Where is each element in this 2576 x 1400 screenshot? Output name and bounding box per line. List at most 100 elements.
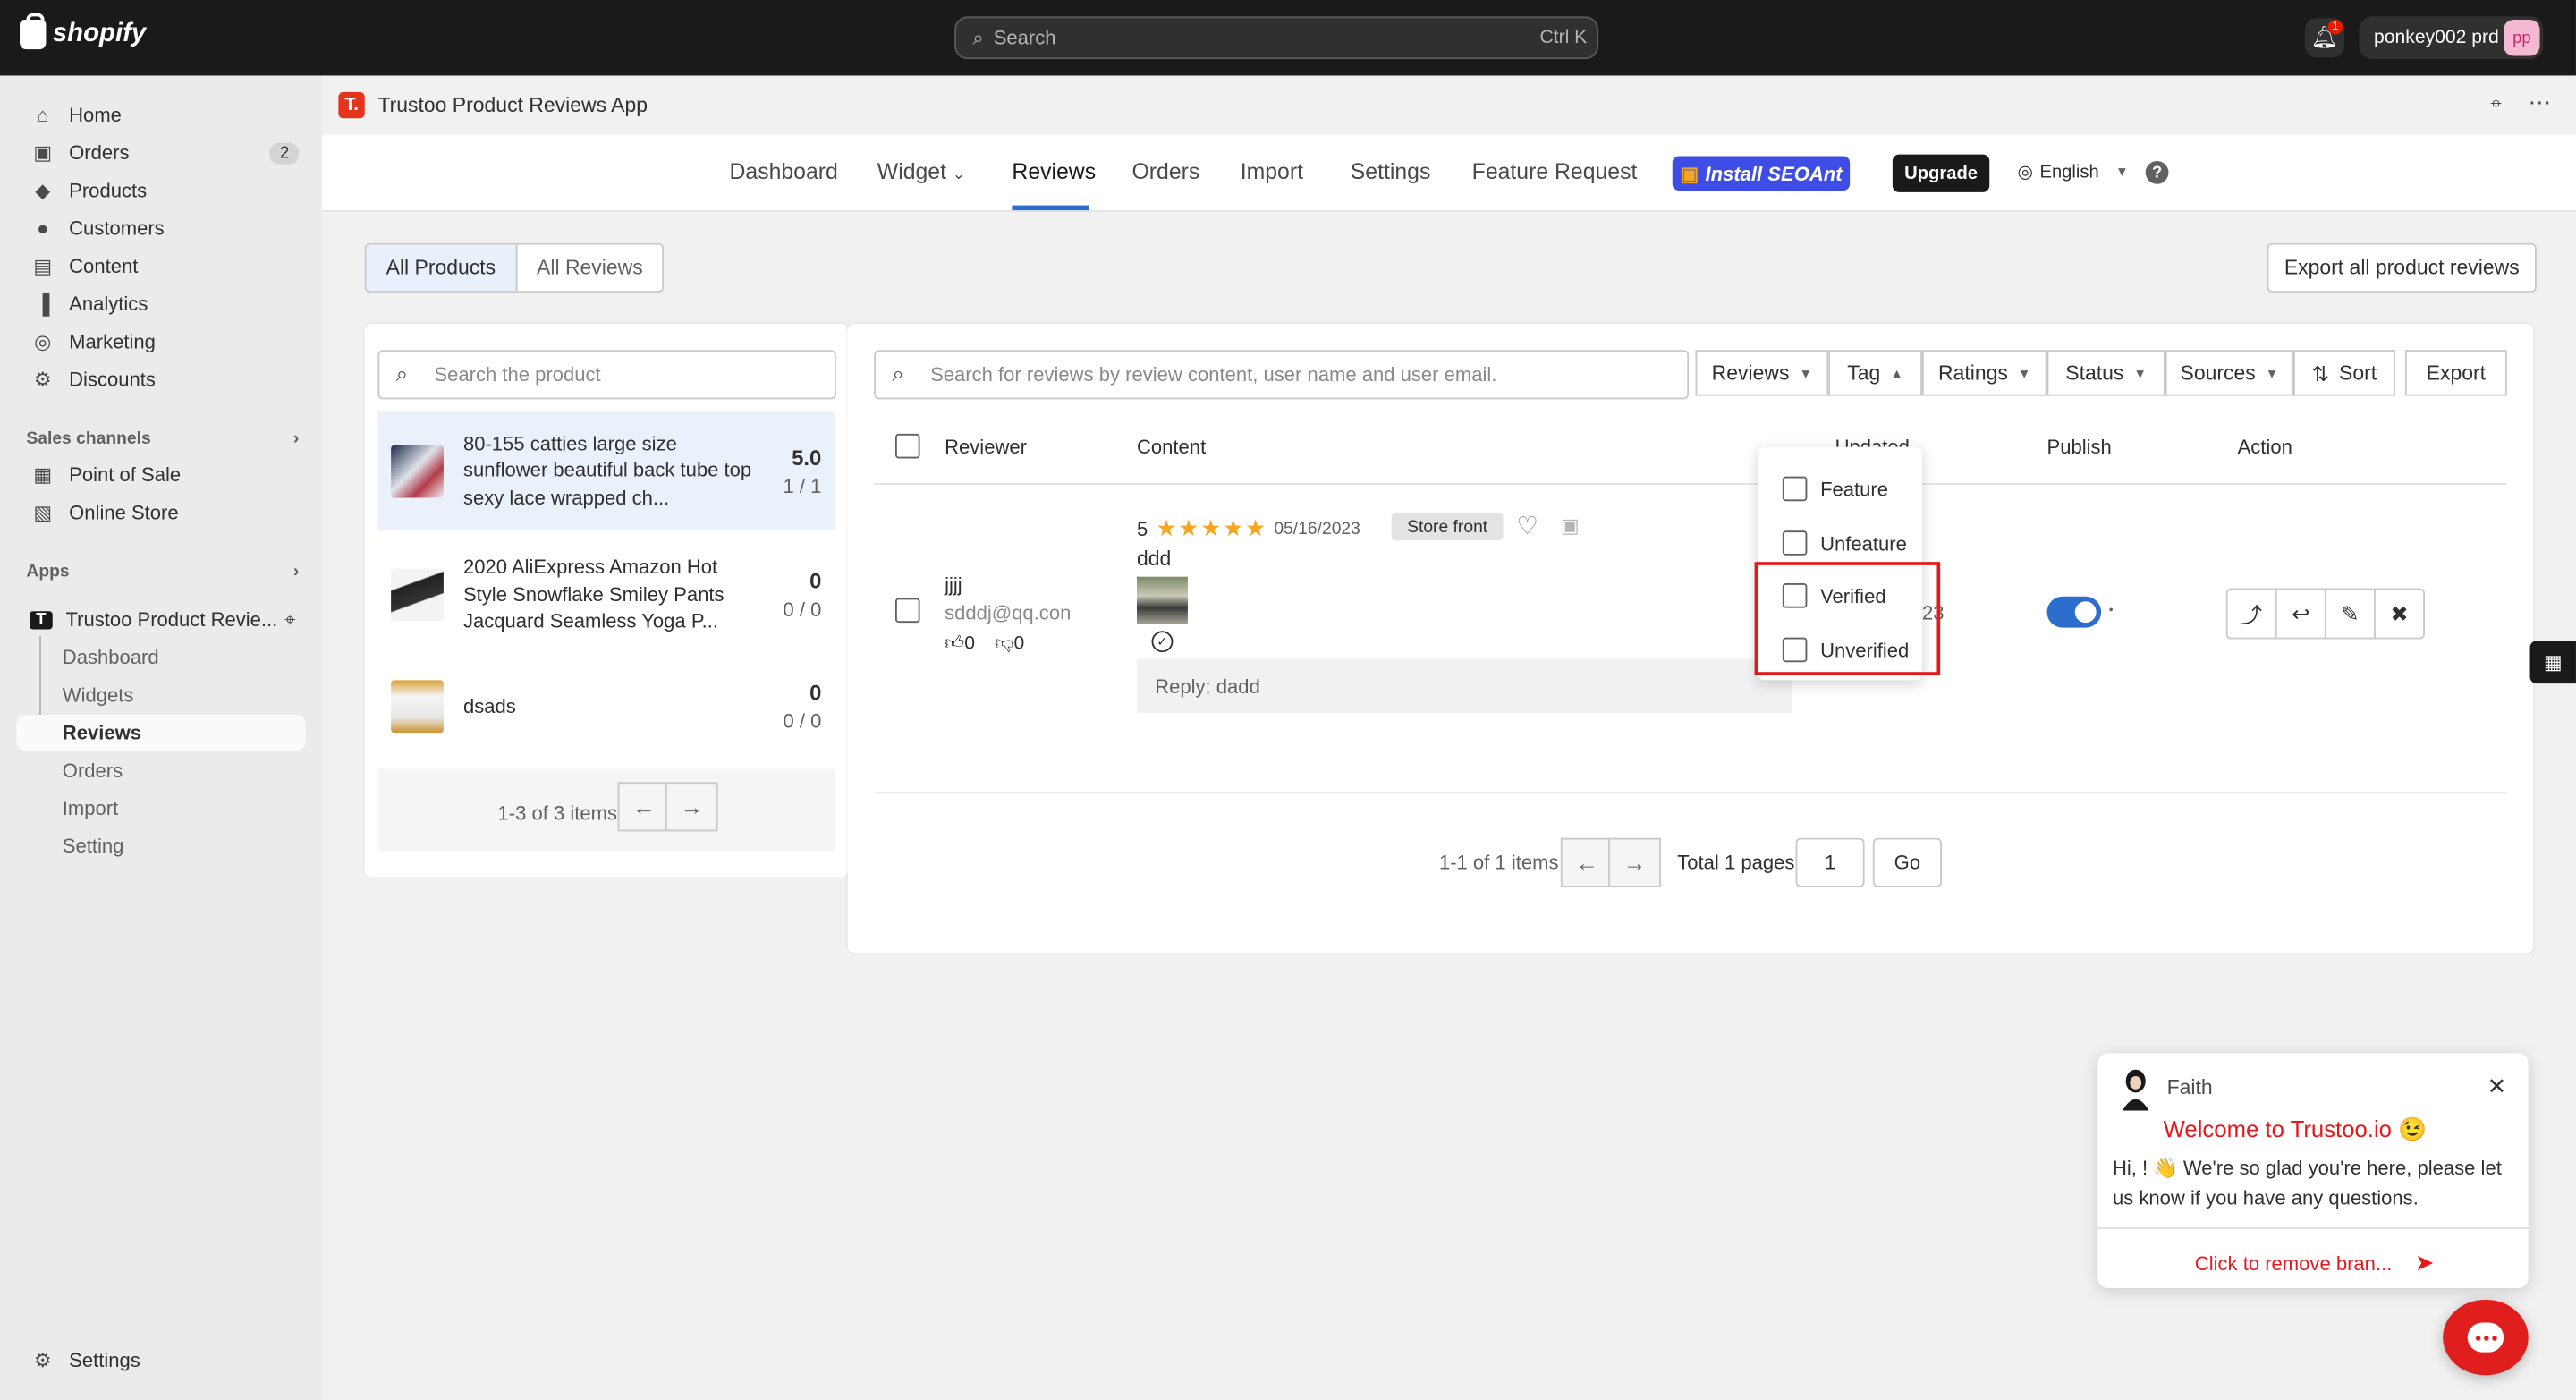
sidebar-item-discounts[interactable]: ⚙ Discounts bbox=[16, 361, 305, 397]
product-review-count: 1 / 1 bbox=[783, 473, 822, 497]
arrow-left-icon: ← bbox=[632, 793, 656, 820]
tag-option-feature[interactable]: Feature bbox=[1782, 476, 1888, 502]
chat-launcher-button[interactable] bbox=[2443, 1299, 2529, 1376]
thumbs-down-icon: 👎︎ bbox=[995, 633, 1014, 655]
publish-toggle[interactable] bbox=[2046, 596, 2102, 628]
tag-filter-button[interactable]: Tag ▲ bbox=[1828, 350, 1922, 396]
sidebar-item-analytics[interactable]: ▐ Analytics bbox=[16, 286, 305, 322]
checkbox[interactable] bbox=[1782, 530, 1808, 556]
go-button[interactable]: Go bbox=[1872, 837, 1942, 887]
more-options-icon[interactable]: ⋯ bbox=[2529, 89, 2552, 116]
sources-filter-button[interactable]: Sources ▼ bbox=[2165, 350, 2294, 396]
sidebar-item-orders[interactable]: ▣ Orders 2 bbox=[16, 135, 305, 171]
product-title: 80-155 catties large size sunflower beau… bbox=[462, 431, 752, 509]
apps-header[interactable]: Apps › bbox=[26, 562, 299, 581]
export-button[interactable]: Export bbox=[2404, 350, 2507, 396]
thumbs-up-button[interactable]: 👍︎0 bbox=[945, 632, 975, 656]
checkbox[interactable] bbox=[1782, 476, 1808, 502]
tag-option-unfeature[interactable]: Unfeature bbox=[1782, 530, 1907, 556]
sidebar-subitem-setting[interactable]: Setting bbox=[16, 828, 305, 864]
install-seoant-button[interactable]: ▣ Install SEOAnt bbox=[1672, 156, 1851, 191]
review-search-input[interactable]: ⌕ Search for reviews by review content, … bbox=[874, 350, 1690, 400]
trustoo-app-icon: T bbox=[30, 610, 53, 629]
caret-down-icon: ▼ bbox=[2265, 365, 2279, 381]
close-icon[interactable]: ✕ bbox=[2487, 1073, 2507, 1100]
prev-page-button[interactable]: ← bbox=[1560, 837, 1614, 887]
global-search-input[interactable]: ⌕ Search Ctrl K bbox=[954, 16, 1599, 60]
tab-widget[interactable]: Widget ⌄ bbox=[877, 159, 965, 184]
remove-branding-link[interactable]: Click to remove bran... ➤ bbox=[2195, 1249, 2435, 1277]
search-shortcut: Ctrl K bbox=[1539, 28, 1588, 48]
product-review-count: 0 / 0 bbox=[783, 598, 822, 622]
sidebar-item-customers[interactable]: ● Customers bbox=[16, 210, 305, 246]
product-row[interactable]: 2020 AliExpress Amazon Hot Style Snowfla… bbox=[377, 546, 835, 644]
sidebar-item-online-store[interactable]: ▧ Online Store bbox=[16, 495, 305, 530]
sidebar-subitem-orders[interactable]: Orders bbox=[16, 752, 305, 788]
sidebar-subitem-reviews[interactable]: Reviews bbox=[16, 714, 306, 751]
reviewer-email: sdddj@qq.con bbox=[945, 601, 1072, 624]
tag-icon: ◆ bbox=[35, 179, 51, 202]
export-all-reviews-button[interactable]: Export all product reviews bbox=[2267, 242, 2537, 293]
arrow-left-icon: ← bbox=[1575, 849, 1599, 876]
sidebar-item-content[interactable]: ▤ Content bbox=[16, 248, 305, 284]
sales-channels-header[interactable]: Sales channels › bbox=[26, 428, 299, 448]
reply-icon[interactable]: ↩ bbox=[2277, 590, 2326, 638]
sidebar-item-point-of-sale[interactable]: ▦ Point of Sale bbox=[16, 457, 305, 493]
notification-badge: 1 bbox=[2327, 20, 2343, 35]
share-icon[interactable]: ⤴ bbox=[2228, 590, 2277, 638]
sidebar-subitem-import[interactable]: Import bbox=[16, 790, 305, 826]
sidebar-item-trustoo-app[interactable]: T Trustoo Product Revie... ⌖ bbox=[16, 601, 305, 637]
shopify-logo[interactable]: shopify bbox=[20, 13, 146, 50]
sidebar-subitem-widgets[interactable]: Widgets bbox=[16, 677, 305, 713]
next-page-button[interactable]: → bbox=[1608, 837, 1661, 887]
sidebar-item-products[interactable]: ◆ Products bbox=[16, 173, 305, 208]
send-icon: ➤ bbox=[2415, 1248, 2435, 1276]
gift-tab-icon[interactable]: ▦ bbox=[2529, 641, 2576, 684]
pin-icon[interactable]: ⌖ bbox=[284, 607, 295, 632]
product-search-input[interactable]: ⌕ Search the product bbox=[377, 350, 836, 400]
sidebar-subitem-dashboard[interactable]: Dashboard bbox=[16, 639, 305, 675]
sort-button[interactable]: ⇅ Sort bbox=[2293, 350, 2395, 396]
ratings-filter-button[interactable]: Ratings ▼ bbox=[1921, 350, 2047, 396]
divider bbox=[874, 792, 2507, 794]
upgrade-button[interactable]: Upgrade bbox=[1892, 154, 1990, 192]
all-products-toggle[interactable]: All Products bbox=[366, 244, 518, 292]
language-selector[interactable]: ◎ English ▼ bbox=[2017, 161, 2128, 182]
select-all-checkbox[interactable] bbox=[895, 433, 920, 459]
camera-icon[interactable]: ▣ bbox=[1561, 514, 1580, 538]
review-photo[interactable] bbox=[1136, 576, 1188, 624]
sidebar-item-settings[interactable]: ⚙ Settings bbox=[16, 1343, 305, 1379]
reviews-filter-button[interactable]: Reviews ▼ bbox=[1695, 350, 1829, 396]
next-page-button[interactable]: → bbox=[665, 782, 718, 832]
product-row[interactable]: dsads 0 0 / 0 bbox=[377, 666, 835, 748]
store-name: ponkey002 prd bbox=[2374, 28, 2499, 48]
tab-feature-request[interactable]: Feature Request bbox=[1472, 159, 1638, 184]
row-checkbox[interactable] bbox=[895, 598, 920, 624]
thumbs-down-button[interactable]: 👎︎0 bbox=[995, 632, 1024, 656]
tab-settings[interactable]: Settings bbox=[1351, 159, 1431, 184]
page-number-input[interactable]: 1 bbox=[1795, 837, 1865, 887]
prev-page-button[interactable]: ← bbox=[617, 782, 671, 832]
tab-orders[interactable]: Orders bbox=[1131, 159, 1199, 184]
vote-counts: 👍︎0 👎︎0 bbox=[945, 632, 1024, 656]
discount-icon: ⚙ bbox=[33, 368, 52, 392]
tab-dashboard[interactable]: Dashboard bbox=[729, 159, 837, 184]
product-score: 5.0 bbox=[792, 444, 822, 470]
total-pages-text: Total 1 pages bbox=[1677, 851, 1795, 875]
reply-box[interactable]: Reply: dadd bbox=[1136, 658, 1792, 714]
product-row[interactable]: 80-155 catties large size sunflower beau… bbox=[377, 411, 835, 531]
trash-icon[interactable]: ✖ bbox=[2376, 590, 2423, 637]
status-filter-button[interactable]: Status ▼ bbox=[2046, 350, 2165, 396]
product-thumbnail bbox=[391, 444, 444, 497]
avatar: pp bbox=[2504, 20, 2540, 56]
pin-icon[interactable]: ⌖ bbox=[2490, 92, 2501, 117]
tab-reviews[interactable]: Reviews bbox=[1012, 159, 1096, 184]
help-icon[interactable]: ? bbox=[2145, 160, 2169, 184]
sidebar-item-home[interactable]: ⌂ Home bbox=[16, 97, 305, 132]
edit-icon[interactable]: ✎ bbox=[2326, 590, 2376, 638]
all-reviews-toggle[interactable]: All Reviews bbox=[517, 245, 663, 291]
heart-icon[interactable]: ♡ bbox=[1516, 511, 1538, 540]
sidebar-item-marketing[interactable]: ◎ Marketing bbox=[16, 324, 305, 360]
store-menu-button[interactable]: ponkey002 prd pp bbox=[2359, 16, 2544, 60]
tab-import[interactable]: Import bbox=[1241, 159, 1303, 184]
